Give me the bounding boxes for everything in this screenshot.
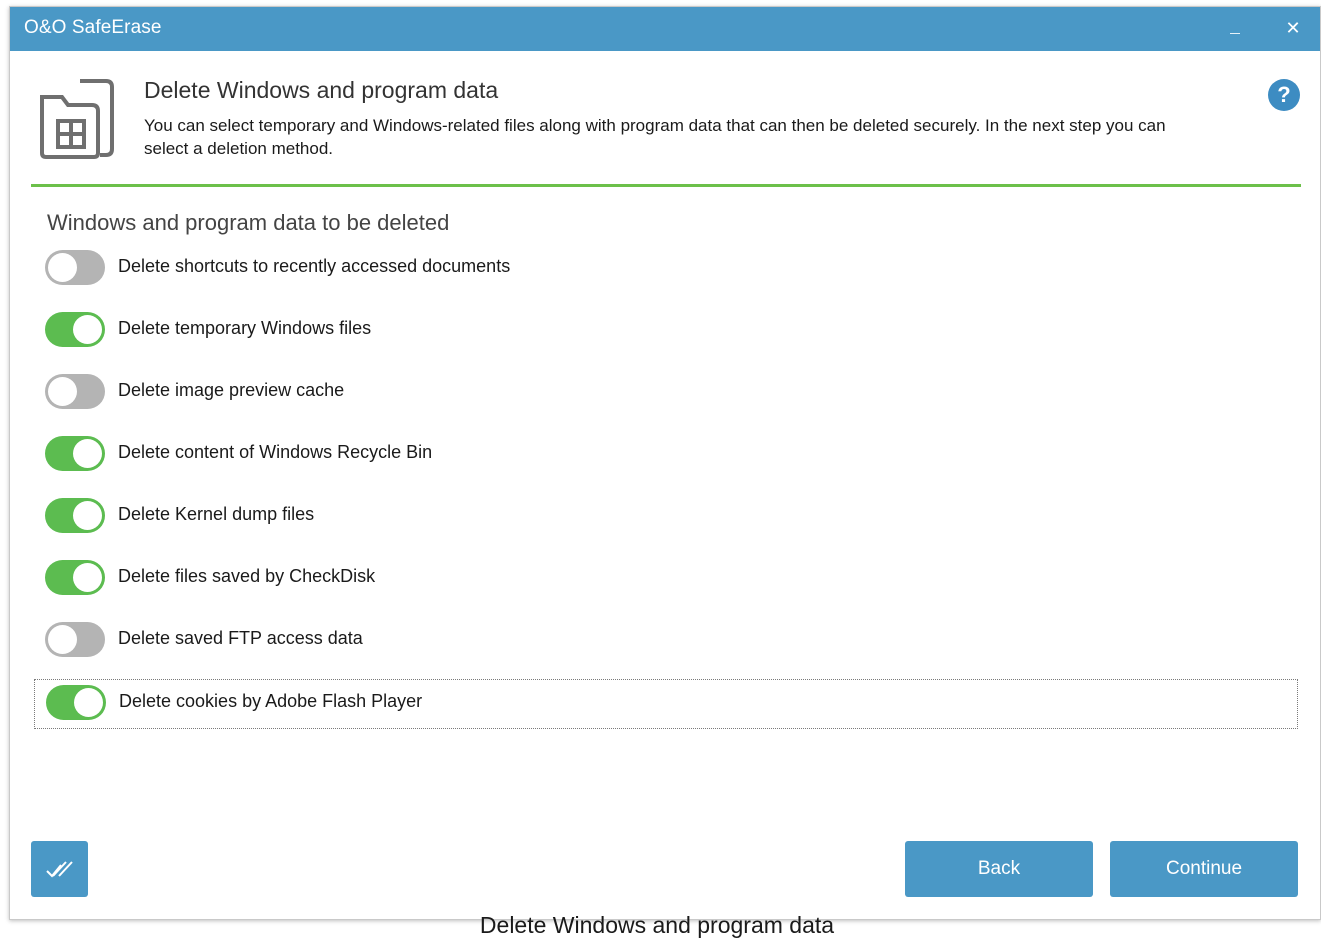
option-flash-cookies[interactable]: Delete cookies by Adobe Flash Player (34, 679, 1298, 729)
header-divider (31, 184, 1301, 187)
option-label: Delete files saved by CheckDisk (118, 566, 376, 586)
option-ftp-access-data[interactable]: Delete saved FTP access data (34, 615, 1298, 665)
option-label: Delete cookies by Adobe Flash Player (119, 691, 423, 711)
option-label: Delete content of Windows Recycle Bin (118, 442, 433, 462)
toggle-knob (48, 625, 77, 654)
option-label: Delete shortcuts to recently accessed do… (118, 256, 511, 276)
toggle-knob (73, 315, 102, 344)
option-checkdisk-files[interactable]: Delete files saved by CheckDisk (34, 553, 1298, 603)
option-recent-shortcuts[interactable]: Delete shortcuts to recently accessed do… (34, 243, 1298, 293)
double-check-icon (46, 861, 73, 878)
select-all-button[interactable] (31, 841, 88, 897)
option-temp-windows-files[interactable]: Delete temporary Windows files (34, 305, 1298, 355)
page-title: Delete Windows and program data (144, 77, 499, 103)
option-recycle-bin[interactable]: Delete content of Windows Recycle Bin (34, 429, 1298, 479)
option-label: Delete saved FTP access data (118, 628, 363, 648)
app-window: O&O SafeErase ✕ Delete Windows and progr… (9, 6, 1321, 920)
section-title: Windows and program data to be deleted (47, 210, 450, 235)
toggle-switch[interactable] (45, 312, 105, 347)
toggle-knob (48, 377, 77, 406)
option-label: Delete image preview cache (118, 380, 345, 400)
close-icon: ✕ (1285, 18, 1301, 39)
option-label: Delete temporary Windows files (118, 318, 372, 338)
toggle-knob (74, 688, 103, 717)
title-bar[interactable]: O&O SafeErase ✕ (10, 7, 1320, 51)
toggle-switch[interactable] (45, 560, 105, 595)
toggle-switch[interactable] (45, 436, 105, 471)
toggle-knob (73, 439, 102, 468)
option-kernel-dump-files[interactable]: Delete Kernel dump files (34, 491, 1298, 541)
option-image-preview-cache[interactable]: Delete image preview cache (34, 367, 1298, 417)
page-caption: Delete Windows and program data (479, 912, 835, 938)
back-button[interactable]: Back (905, 841, 1093, 897)
option-label: Delete Kernel dump files (118, 504, 315, 524)
help-icon[interactable]: ? (1268, 79, 1300, 111)
toggle-knob (48, 253, 77, 282)
page-description: You can select temporary and Windows-rel… (144, 116, 1166, 158)
toggle-switch[interactable] (45, 374, 105, 409)
toggle-switch[interactable] (45, 622, 105, 657)
windows-folder-icon (40, 79, 114, 159)
window-title: O&O SafeErase (24, 17, 162, 38)
toggle-switch[interactable] (45, 250, 105, 285)
toggle-knob (73, 501, 102, 530)
toggle-knob (73, 563, 102, 592)
continue-button[interactable]: Continue (1110, 841, 1298, 897)
minimize-icon (1230, 33, 1240, 34)
toggle-switch[interactable] (45, 498, 105, 533)
toggle-switch[interactable] (46, 685, 106, 720)
close-button[interactable]: ✕ (1278, 15, 1308, 43)
minimize-button[interactable] (1220, 15, 1250, 43)
